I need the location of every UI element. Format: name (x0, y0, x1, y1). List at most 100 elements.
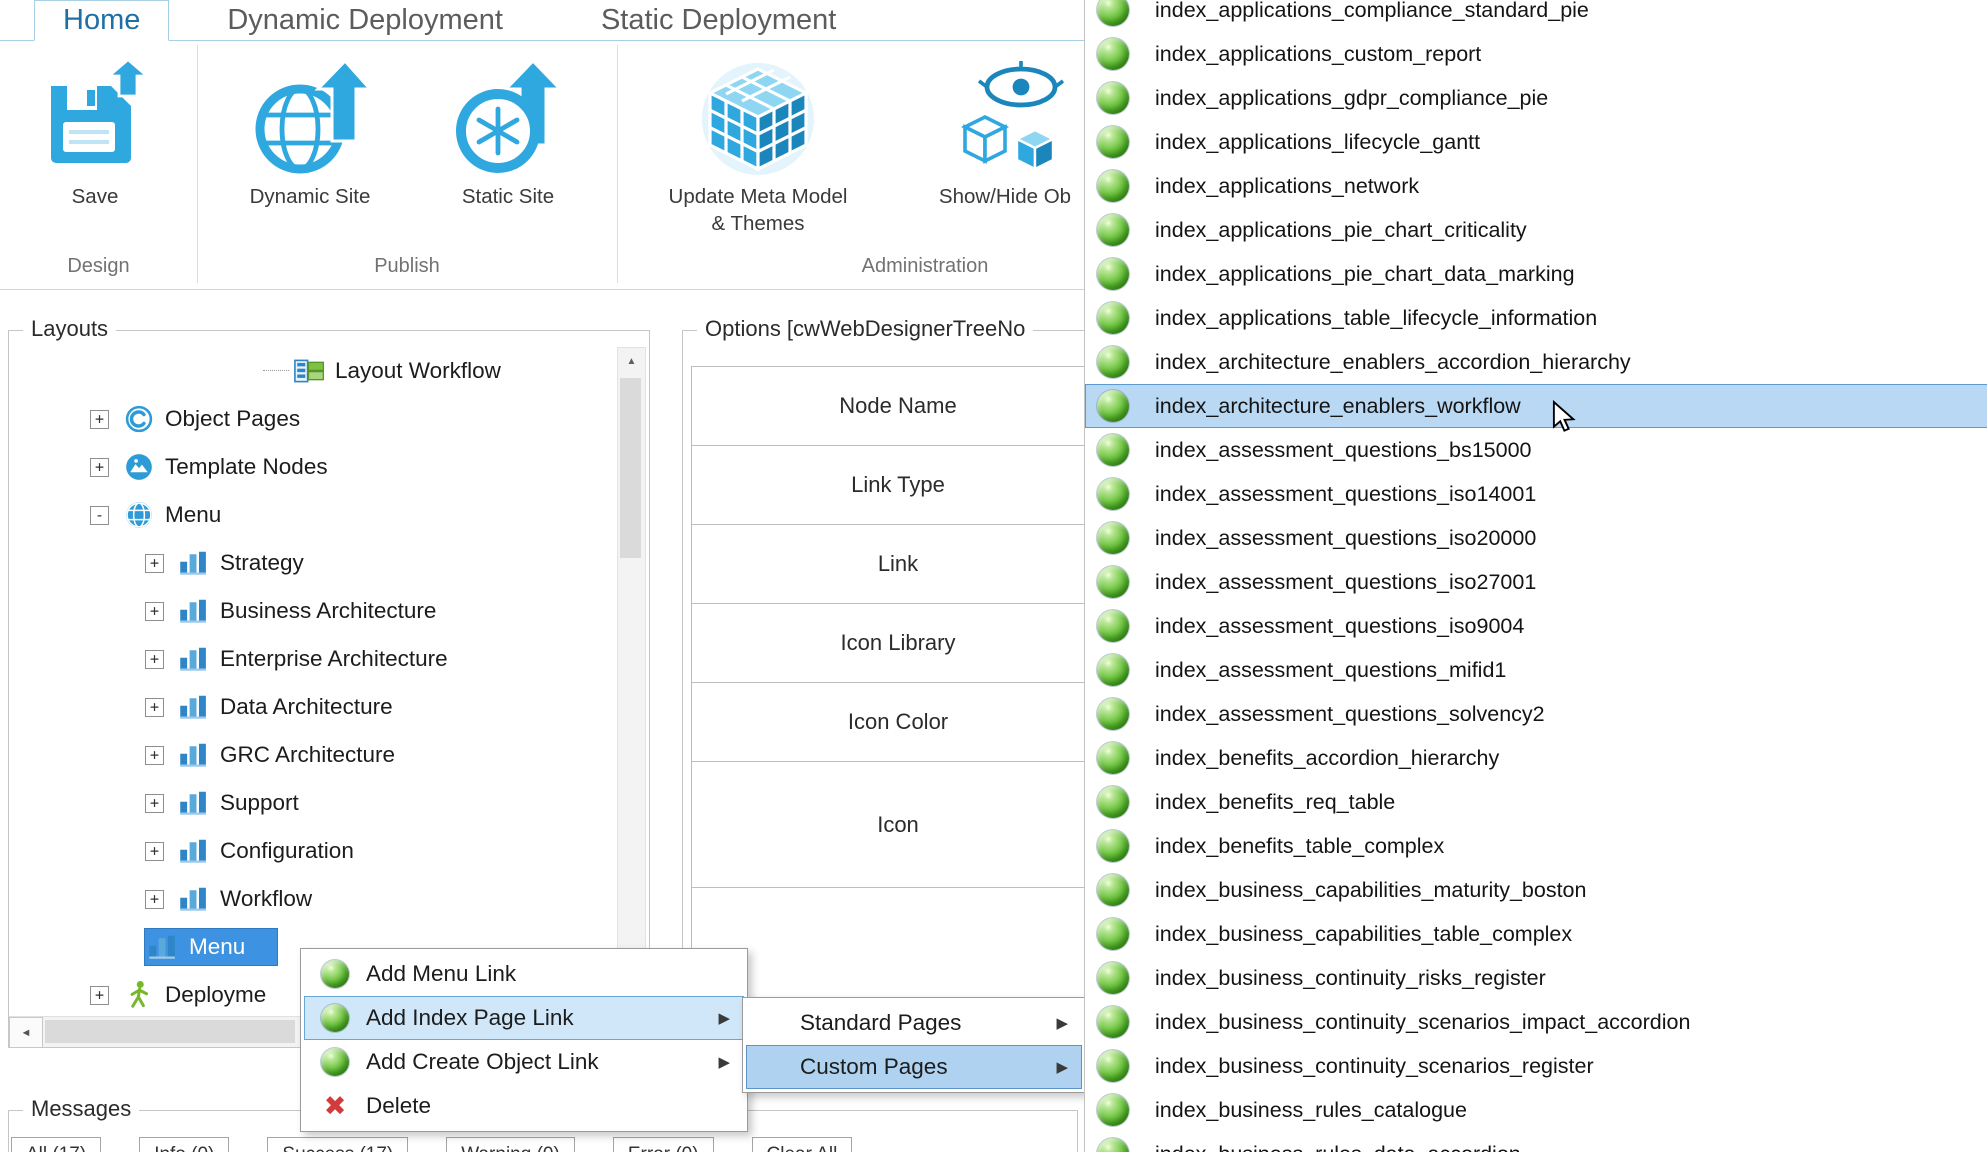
tree-item-object-pages[interactable]: +Object Pages (15, 395, 615, 443)
page-list-item[interactable]: index_applications_custom_report (1085, 32, 1987, 76)
page-list-item[interactable]: index_business_continuity_scenarios_impa… (1085, 1000, 1987, 1044)
menu-item-label: Standard Pages (800, 1010, 961, 1036)
expand-icon[interactable]: + (145, 842, 164, 861)
dynamic-site-label: Dynamic Site (250, 183, 371, 210)
page-list-item[interactable]: index_applications_table_lifecycle_infor… (1085, 296, 1987, 340)
options-title: Options [cwWebDesignerTreeNo (697, 316, 1033, 342)
group-label-design: Design (0, 255, 197, 278)
page-list-item[interactable]: index_assessment_questions_solvency2 (1085, 692, 1987, 736)
template-nodes-icon (123, 452, 155, 482)
show-hide-objects-button[interactable]: Show/Hide Ob (905, 53, 1105, 210)
page-list-item[interactable]: index_benefits_req_table (1085, 780, 1987, 824)
scroll-left-icon[interactable]: ◄ (9, 1017, 43, 1048)
page-list-item[interactable]: index_business_capabilities_maturity_bos… (1085, 868, 1987, 912)
green-orb-icon (1097, 346, 1129, 378)
static-site-button[interactable]: Static Site (433, 53, 583, 210)
messages-tab-error-0[interactable]: Error (0) (613, 1137, 714, 1152)
dynamic-site-button[interactable]: Dynamic Site (235, 53, 385, 210)
page-list-item[interactable]: index_assessment_questions_bs15000 (1085, 428, 1987, 472)
context-menu-item-delete[interactable]: ✖Delete (304, 1084, 744, 1128)
expand-icon[interactable]: + (90, 410, 109, 429)
tree-item-configuration[interactable]: + Configuration (15, 827, 615, 875)
tree-item-strategy[interactable]: +Strategy (15, 539, 615, 587)
tree-item-layout-workflow[interactable]: Layout Workflow (15, 347, 615, 395)
expand-icon[interactable]: + (145, 698, 164, 717)
page-list-item[interactable]: index_assessment_questions_iso20000 (1085, 516, 1987, 560)
page-list-item[interactable]: index_assessment_questions_mifid1 (1085, 648, 1987, 692)
page-name: index_business_capabilities_table_comple… (1155, 922, 1572, 947)
expand-icon[interactable]: + (145, 602, 164, 621)
page-list-item[interactable]: index_business_rules_catalogue (1085, 1088, 1987, 1132)
submenu-item-standard-pages[interactable]: Standard Pages ▶ (746, 1001, 1082, 1045)
messages-tab-clear-all[interactable]: Clear All (752, 1137, 853, 1152)
tree-item-support[interactable]: +Support (15, 779, 615, 827)
page-name: index_applications_table_lifecycle_infor… (1155, 306, 1597, 331)
expand-icon[interactable]: + (145, 650, 164, 669)
green-orb-icon (1097, 302, 1129, 334)
page-list-item-selected[interactable]: index_architecture_enablers_workflow (1085, 384, 1987, 428)
page-list-item[interactable]: index_business_capabilities_table_comple… (1085, 912, 1987, 956)
green-orb-icon (1097, 0, 1129, 26)
messages-tab-info-0[interactable]: Info (0) (139, 1137, 229, 1152)
green-orb-icon (1097, 742, 1129, 774)
submenu-arrow-icon: ▶ (1056, 1014, 1068, 1032)
save-button[interactable]: Save (20, 53, 170, 210)
tree-item-data-architecture[interactable]: + Data Architecture (15, 683, 615, 731)
page-list-item[interactable]: index_applications_lifecycle_gantt (1085, 120, 1987, 164)
page-list-item[interactable]: index_applications_network (1085, 164, 1987, 208)
expand-icon[interactable]: + (145, 794, 164, 813)
page-list-item[interactable]: index_applications_compliance_standard_p… (1085, 0, 1987, 32)
scroll-up-icon[interactable]: ▲ (618, 348, 645, 374)
page-list-item[interactable]: index_business_continuity_scenarios_regi… (1085, 1044, 1987, 1088)
options-panel: Options [cwWebDesignerTreeNo Node NameLi… (682, 330, 1102, 1048)
page-list-item[interactable]: index_applications_pie_chart_data_markin… (1085, 252, 1987, 296)
messages-tab-warning-0[interactable]: Warning (0) (446, 1137, 575, 1152)
expand-icon[interactable]: + (90, 986, 109, 1005)
page-list-item[interactable]: index_benefits_accordion_hierarchy (1085, 736, 1987, 780)
page-name: index_applications_pie_chart_criticality (1155, 218, 1527, 243)
tree-item-template-nodes[interactable]: +Template Nodes (15, 443, 615, 491)
expand-icon[interactable]: + (145, 554, 164, 573)
tree-item-menu[interactable]: -Menu (15, 491, 615, 539)
delete-x-icon: ✖ (320, 1091, 350, 1121)
tree-item-label: Configuration (220, 838, 354, 864)
page-list-item[interactable]: index_applications_gdpr_compliance_pie (1085, 76, 1987, 120)
context-menu-item-add-index-page-link[interactable]: Add Index Page Link▶ (304, 996, 744, 1040)
page-list-item[interactable]: index_benefits_table_complex (1085, 824, 1987, 868)
messages-tab-success-17[interactable]: Success (17) (267, 1137, 408, 1152)
expand-icon[interactable]: + (90, 458, 109, 477)
tree-item-label: Data Architecture (220, 694, 393, 720)
v-scroll-thumb[interactable] (620, 378, 641, 558)
tree-item-workflow[interactable]: +Workflow (15, 875, 615, 923)
page-list-item[interactable]: index_business_continuity_risks_register (1085, 956, 1987, 1000)
ribbon-group-separator (617, 45, 618, 283)
tab-static-deployment[interactable]: Static Deployment (573, 0, 864, 40)
page-list-item[interactable]: index_business_rules_data_accordion (1085, 1132, 1987, 1152)
tree-connector (263, 370, 289, 372)
expand-icon[interactable]: + (145, 746, 164, 765)
tree-item-business-architecture[interactable]: + Business Architecture (15, 587, 615, 635)
context-menu-item-add-create-object-link[interactable]: Add Create Object Link▶ (304, 1040, 744, 1084)
tree-item-label: Business Architecture (220, 598, 436, 624)
group-label-publish: Publish (197, 255, 617, 278)
tree-item-enterprise-architecture[interactable]: +Enterprise Architecture (15, 635, 615, 683)
submenu-item-custom-pages[interactable]: Custom Pages▶ (746, 1045, 1082, 1089)
tree-vertical-scrollbar[interactable]: ▲ ▼ (617, 347, 646, 1015)
update-meta-model-button[interactable]: Update Meta Model & Themes (655, 53, 861, 237)
page-list-item[interactable]: index_assessment_questions_iso9004 (1085, 604, 1987, 648)
page-list-item[interactable]: index_assessment_questions_iso14001 (1085, 472, 1987, 516)
tree-item-grc-architecture[interactable]: +GRC Architecture (15, 731, 615, 779)
green-orb-icon (1097, 610, 1129, 642)
expand-icon[interactable]: + (145, 890, 164, 909)
save-label: Save (72, 183, 119, 210)
tab-home[interactable]: Home (34, 0, 169, 41)
tab-dynamic-deployment[interactable]: Dynamic Deployment (199, 0, 531, 40)
h-scroll-thumb[interactable] (45, 1020, 295, 1043)
context-menu-item-add-menu-link[interactable]: Add Menu Link (304, 952, 744, 996)
static-site-label: Static Site (462, 183, 554, 210)
page-list-item[interactable]: index_architecture_enablers_accordion_hi… (1085, 340, 1987, 384)
page-list-item[interactable]: index_applications_pie_chart_criticality (1085, 208, 1987, 252)
page-list-item[interactable]: index_assessment_questions_iso27001 (1085, 560, 1987, 604)
messages-tab-all-17[interactable]: All (17) (11, 1137, 101, 1152)
collapse-icon[interactable]: - (90, 506, 109, 525)
